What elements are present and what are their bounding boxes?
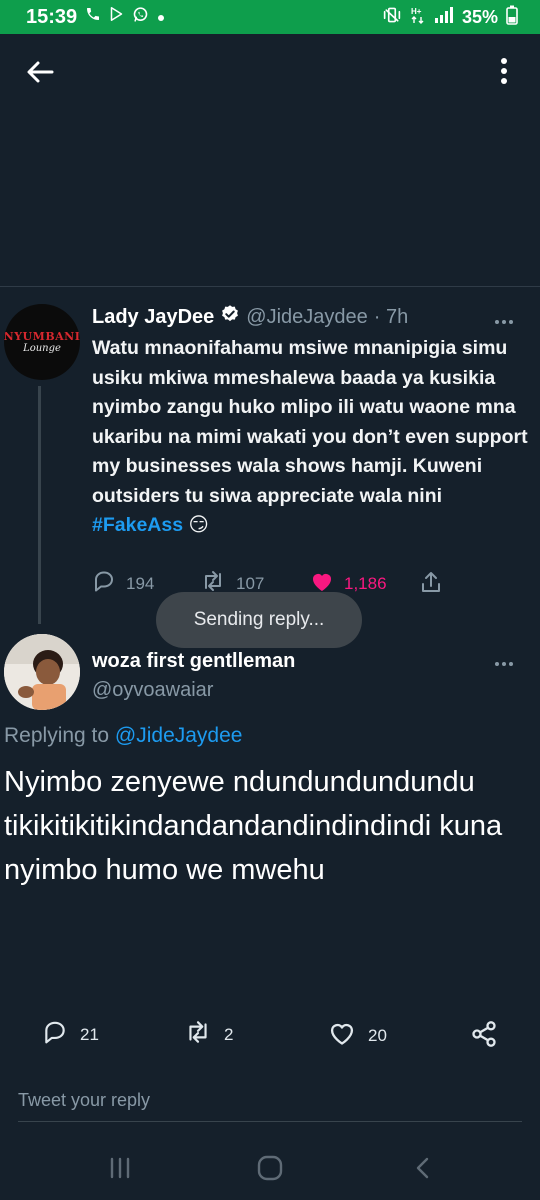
retweet-count: 107 (236, 573, 265, 593)
toast-text: Sending reply... (193, 609, 325, 630)
replying-to: Replying to @JideJaydee (4, 724, 242, 748)
reply-tweet-actions: 21 2 20 (0, 1014, 540, 1054)
arrow-left-icon (26, 60, 54, 89)
author-name[interactable]: Lady JayDee (92, 306, 214, 329)
heart-outline-icon (328, 1020, 356, 1051)
tweet-time: · 7h (373, 305, 409, 328)
status-time: 15:39 (26, 5, 78, 28)
replying-to-label: Replying to (4, 724, 110, 747)
reply-icon (92, 570, 116, 597)
share-action[interactable] (470, 1020, 498, 1053)
back-nav-button[interactable] (402, 1154, 442, 1186)
avatar[interactable] (4, 634, 80, 710)
svg-text:H+: H+ (411, 7, 422, 16)
thread-line (38, 386, 41, 624)
status-right: H+ 35% (382, 5, 518, 30)
tweet-more-button[interactable] (494, 654, 514, 672)
status-bar: 15:39 H+ 35% (0, 0, 540, 34)
whatsapp-icon (132, 6, 149, 29)
more-vertical-icon (500, 57, 508, 90)
tweet-more-button[interactable] (494, 312, 514, 330)
reply-composer[interactable] (18, 1086, 522, 1122)
reply-action[interactable]: 194 (92, 570, 154, 597)
more-horizontal-icon (494, 654, 514, 671)
tweet-header: Lady JayDee @JideJaydee · 7h (92, 304, 408, 330)
reply-action[interactable]: 21 (42, 1020, 99, 1049)
phone-icon (85, 6, 101, 28)
avatar-logo-top: NYUMBANI (4, 329, 80, 343)
battery-text: 35% (461, 6, 498, 27)
home-button[interactable] (250, 1154, 290, 1186)
header (0, 34, 540, 286)
avatar[interactable]: NYUMBANI Lounge (4, 304, 80, 380)
share-icon (420, 570, 442, 599)
like-action[interactable]: 20 (328, 1020, 387, 1051)
author-handle[interactable]: @JideJaydee (246, 306, 367, 329)
tweet-body: Watu mnaonifahamu msiwe mnanipigia simu … (92, 337, 528, 507)
reply-text: Nyimbo zenyewe ndundundundundu tikikitik… (4, 766, 503, 886)
share-icon (470, 1020, 498, 1053)
hashtag-link[interactable]: #FakeAss (92, 514, 183, 536)
status-left: 15:39 (26, 6, 165, 29)
signal-icon (434, 6, 454, 28)
smirk-emoji: 😏 (188, 514, 209, 536)
avatar-logo-bottom: Lounge (23, 342, 61, 354)
reply-count: 194 (126, 573, 155, 593)
retweet-icon (184, 1020, 212, 1049)
parent-tweet[interactable]: NYUMBANI Lounge Lady JayDee @JideJaydee … (0, 290, 540, 624)
verified-badge-icon (220, 304, 240, 330)
author-handle[interactable]: @oyvoawaiar (92, 679, 213, 702)
tweet-text: Watu mnaonifahamu msiwe mnanipigia simu … (92, 334, 532, 541)
like-count: 1,186 (344, 573, 387, 593)
share-action[interactable] (420, 570, 442, 599)
recent-apps-icon (108, 1157, 132, 1184)
reply-icon (42, 1020, 68, 1049)
more-options-button[interactable] (494, 56, 514, 90)
system-nav-bar (0, 1140, 540, 1200)
retweet-action[interactable]: 2 (184, 1020, 233, 1049)
battery-icon (506, 5, 518, 30)
more-horizontal-icon (494, 312, 514, 329)
data-icon: H+ (410, 6, 426, 29)
sending-reply-toast: Sending reply... (156, 592, 362, 648)
tweet-reply-input[interactable] (18, 1086, 522, 1114)
mute-vibrate-icon (382, 6, 402, 29)
chevron-left-icon (413, 1156, 431, 1185)
dot-icon (157, 6, 165, 28)
back-button[interactable] (22, 58, 58, 90)
author-name[interactable]: woza first gentlleman (92, 650, 295, 673)
reply-count: 21 (80, 1024, 99, 1044)
retweet-count: 2 (224, 1024, 234, 1044)
home-icon (257, 1155, 283, 1186)
recent-apps-button[interactable] (100, 1154, 140, 1186)
play-store-icon (109, 6, 124, 28)
replying-to-handle[interactable]: @JideJaydee (115, 724, 243, 747)
like-count: 20 (368, 1025, 387, 1045)
divider (0, 286, 540, 287)
